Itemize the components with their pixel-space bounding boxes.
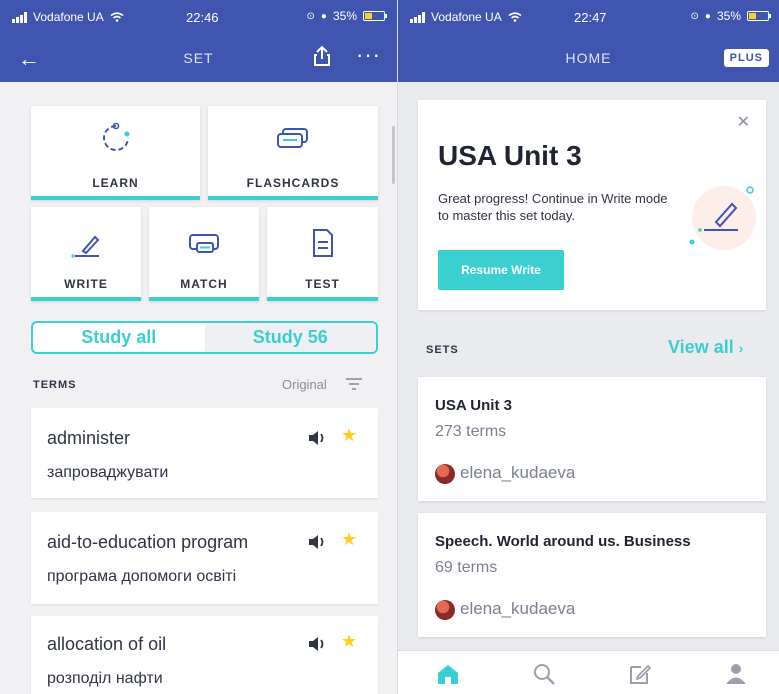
continue-set-title: USA Unit 3	[438, 140, 582, 171]
mode-flashcards-button[interactable]: FLASHCARDS	[208, 106, 378, 200]
term-definition: програма допомоги освіті	[47, 568, 237, 585]
term-definition: розподіл нафти	[47, 670, 163, 687]
mode-label: TEST	[305, 277, 340, 291]
speaker-icon[interactable]	[307, 636, 327, 652]
mode-label: FLASHCARDS	[246, 176, 340, 190]
set-title: USA Unit 3	[435, 397, 512, 414]
set-screen: Vodafone UA 22:46 ⊙ ● 35% ← SET ··· LEAR…	[0, 0, 397, 694]
signal-icon	[410, 11, 425, 23]
nav-bar: ← SET ···	[0, 36, 397, 82]
test-icon	[312, 229, 333, 257]
nav-bar: HOME PLUS	[398, 36, 779, 82]
create-icon[interactable]	[628, 663, 652, 685]
avatar	[435, 464, 455, 484]
mode-test-button[interactable]: TEST	[267, 207, 378, 301]
carrier-label: Vodafone UA	[431, 10, 502, 24]
resume-write-button[interactable]: Resume Write	[438, 250, 564, 290]
star-icon[interactable]: ★	[341, 529, 357, 550]
status-bar: Vodafone UA 22:47 ⊙ ● 35%	[398, 0, 779, 36]
set-term-count: 273 terms	[435, 423, 507, 440]
wifi-icon	[508, 12, 522, 22]
star-icon[interactable]: ★	[341, 631, 357, 652]
mode-match-button[interactable]: MATCH	[149, 207, 259, 301]
battery-percent: 35%	[716, 9, 741, 23]
chevron-right-icon: ›	[738, 340, 744, 356]
learn-icon	[102, 122, 129, 151]
sets-header: SETS	[426, 344, 459, 356]
search-icon[interactable]	[532, 663, 556, 685]
battery-percent: 35%	[332, 9, 357, 23]
mode-label: MATCH	[180, 277, 228, 291]
term-word: allocation of oil	[47, 634, 167, 654]
speaker-icon[interactable]	[307, 534, 327, 550]
set-card[interactable]: USA Unit 3 273 terms elena_kudaeva	[418, 377, 766, 501]
battery-icon	[363, 11, 387, 21]
tab-bar	[398, 650, 779, 694]
terms-header: TERMS	[33, 379, 77, 391]
view-all-link[interactable]: View all ›	[668, 337, 743, 358]
page-title: HOME	[565, 50, 612, 66]
carrier-label: Vodafone UA	[33, 10, 104, 24]
scrollbar[interactable]	[392, 126, 395, 184]
close-icon[interactable]: ✕	[737, 112, 750, 132]
view-all-label: View all	[668, 337, 734, 357]
study-all-button[interactable]: Study all	[33, 323, 205, 352]
battery-icon	[747, 11, 771, 21]
set-author[interactable]: elena_kudaeva	[460, 463, 575, 483]
continue-message: Great progress! Continue in Write mode t…	[438, 191, 668, 223]
plus-badge[interactable]: PLUS	[723, 49, 769, 67]
term-word: aid-to-education program	[47, 532, 249, 552]
set-card[interactable]: Speech. World around us. Business 69 ter…	[418, 513, 766, 637]
wifi-icon	[110, 12, 124, 22]
alarm-icon: ⊙	[690, 10, 699, 22]
set-title: Speech. World around us. Business	[435, 533, 691, 550]
mode-write-button[interactable]: WRITE	[31, 207, 141, 301]
write-illustration-icon	[689, 186, 756, 250]
signal-icon	[12, 11, 27, 23]
study-toggle: Study all Study 56	[31, 321, 378, 354]
profile-icon[interactable]	[724, 663, 748, 685]
more-icon[interactable]: ···	[356, 42, 381, 68]
set-term-count: 69 terms	[435, 559, 498, 576]
continue-card: ✕ USA Unit 3 Great progress! Continue in…	[418, 100, 766, 310]
filter-icon[interactable]	[345, 377, 363, 391]
match-icon	[189, 234, 219, 253]
term-row[interactable]: allocation of oil розподіл нафти ★	[31, 616, 378, 694]
term-definition: запроваджувати	[47, 464, 169, 481]
mode-label: WRITE	[64, 277, 108, 291]
study-56-button[interactable]: Study 56	[204, 323, 376, 352]
status-time: 22:46	[186, 10, 219, 25]
home-icon[interactable]	[436, 663, 460, 685]
home-screen: Vodafone UA 22:47 ⊙ ● 35% HOME PLUS ✕ US…	[398, 0, 779, 694]
avatar	[435, 600, 455, 620]
term-word: administer	[47, 428, 131, 448]
status-bar: Vodafone UA 22:46 ⊙ ● 35%	[0, 0, 397, 36]
term-row[interactable]: administer запроваджувати ★	[31, 408, 378, 498]
lock-icon: ●	[704, 10, 711, 22]
share-icon[interactable]	[312, 45, 332, 67]
flashcards-icon	[277, 128, 308, 148]
mode-label: LEARN	[92, 176, 139, 190]
set-author[interactable]: elena_kudaeva	[460, 599, 575, 619]
term-row[interactable]: aid-to-education program програма допомо…	[31, 512, 378, 604]
page-title: SET	[183, 50, 214, 66]
status-time: 22:47	[574, 10, 607, 25]
lock-icon: ●	[320, 10, 327, 22]
mode-learn-button[interactable]: LEARN	[31, 106, 200, 200]
sort-dropdown[interactable]: Original	[282, 377, 327, 392]
star-icon[interactable]: ★	[341, 425, 357, 446]
alarm-icon: ⊙	[306, 10, 315, 22]
write-icon	[71, 235, 100, 258]
speaker-icon[interactable]	[307, 430, 327, 446]
